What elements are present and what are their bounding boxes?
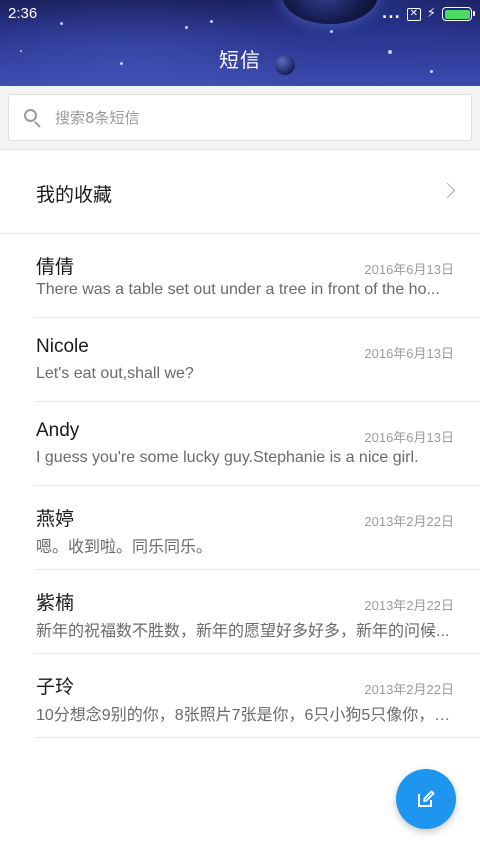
contact-name: 紫楠 (36, 593, 75, 614)
message-date: 2013年2月22日 (364, 598, 454, 613)
charging-icon: ⚡ (426, 6, 436, 21)
battery-icon (442, 7, 475, 21)
star-decoration (330, 30, 333, 33)
conversation-list: 倩倩 2016年6月13日 There was a table set out … (0, 234, 480, 738)
status-bar: 2:36 ... ✕ ⚡ (0, 0, 480, 28)
favorites-label: 我的收藏 (36, 184, 113, 206)
compose-icon (416, 789, 436, 809)
search-area (0, 86, 480, 150)
message-preview: I guess you're some lucky guy.Stephanie … (36, 449, 419, 466)
message-preview: There was a table set out under a tree i… (36, 281, 440, 298)
message-preview: Let's eat out,shall we? (36, 365, 194, 382)
conversation-item[interactable]: 子玲 2013年2月22日 10分想念9别的你，8张照片7张是你，6只小狗5只像… (34, 654, 480, 738)
no-sim-icon: ✕ (406, 7, 421, 21)
conversation-item[interactable]: 紫楠 2013年2月22日 新年的祝福数不胜数，新年的愿望好多好多，新年的问候.… (34, 570, 480, 654)
status-time: 2:36 (8, 5, 38, 22)
contact-name: Nicole (36, 336, 89, 357)
message-date: 2013年2月22日 (364, 514, 454, 529)
status-icons: ... ✕ ⚡ (381, 6, 475, 22)
page-title: 短信 (219, 48, 261, 72)
contact-name: 燕婷 (36, 509, 75, 530)
search-icon (23, 108, 43, 128)
conversation-item[interactable]: Nicole 2016年6月13日 Let's eat out,shall we… (34, 318, 480, 402)
conversation-item[interactable]: 倩倩 2016年6月13日 There was a table set out … (34, 234, 480, 318)
contact-name: 子玲 (36, 677, 75, 698)
search-input[interactable] (55, 108, 435, 127)
contact-name: 倩倩 (36, 257, 75, 278)
header: 2:36 ... ✕ ⚡ 短信 (0, 0, 480, 86)
contact-name: Andy (36, 420, 80, 441)
message-preview: 10分想念9别的你，8张照片7张是你，6只小狗5只像你，4... (36, 707, 454, 724)
favorites-row[interactable]: 我的收藏 (0, 150, 480, 234)
message-preview: 嗯。收到啦。同乐同乐。 (36, 539, 213, 556)
message-preview: 新年的祝福数不胜数，新年的愿望好多好多，新年的问候... (36, 623, 450, 640)
conversation-item[interactable]: Andy 2016年6月13日 I guess you're some luck… (34, 402, 480, 486)
message-date: 2016年6月13日 (364, 346, 454, 361)
search-box[interactable] (8, 94, 472, 141)
message-date: 2016年6月13日 (364, 262, 454, 277)
battery-level (444, 9, 470, 19)
conversation-item[interactable]: 燕婷 2013年2月22日 嗯。收到啦。同乐同乐。 (34, 486, 480, 570)
more-dots-icon: ... (381, 6, 401, 22)
compose-button[interactable] (396, 769, 456, 829)
message-date: 2013年2月22日 (364, 682, 454, 697)
chevron-right-icon (439, 182, 456, 199)
message-date: 2016年6月13日 (364, 430, 454, 445)
